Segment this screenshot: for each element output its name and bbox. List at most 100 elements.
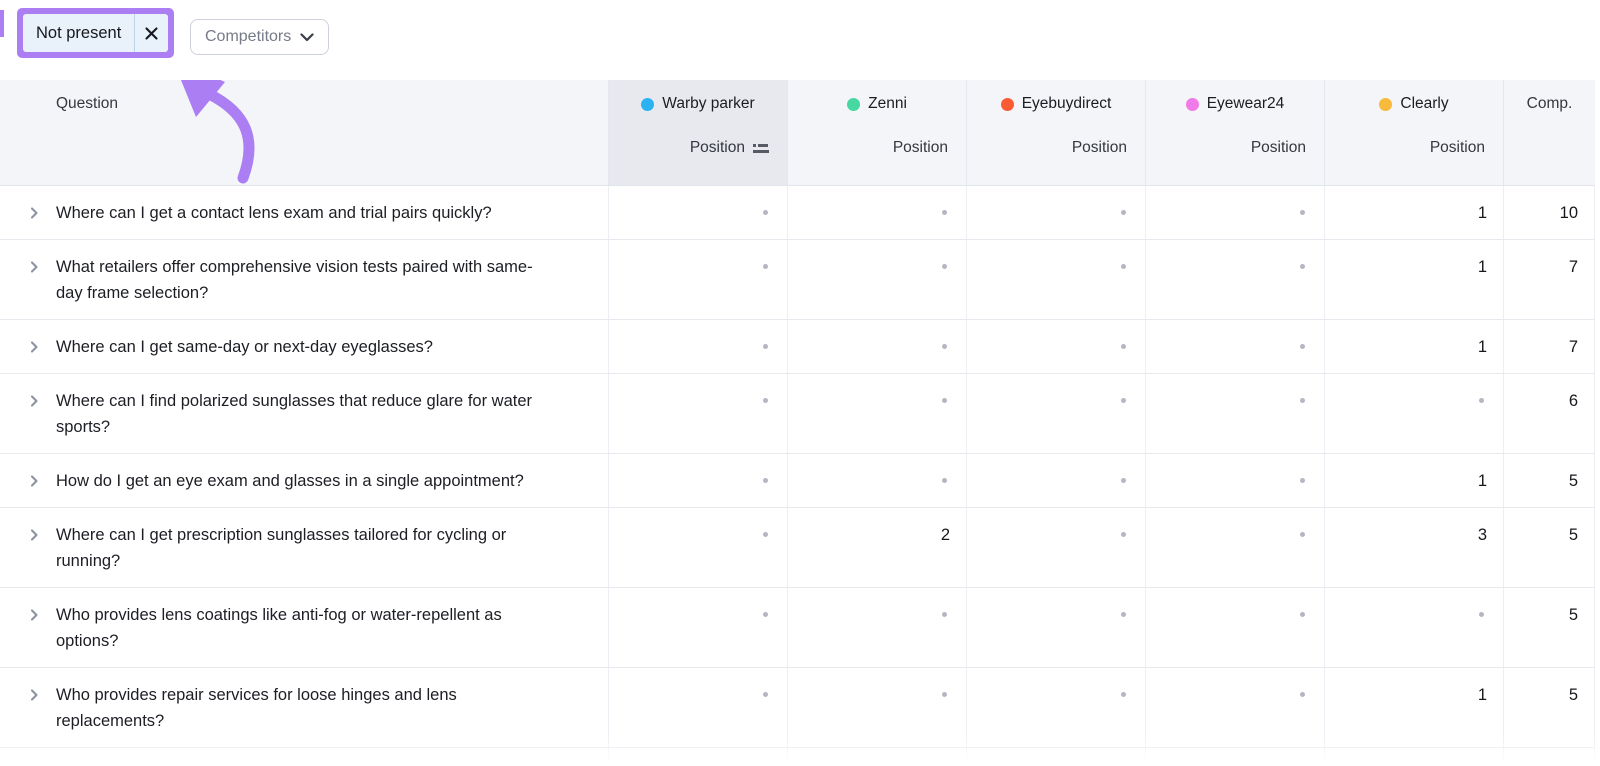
- table-row[interactable]: Where can I find polarized sunglasses th…: [0, 373, 1595, 453]
- comp-cell: 5: [1503, 668, 1595, 747]
- position-cell: [966, 374, 1145, 453]
- chevron-right-icon: [30, 689, 38, 701]
- chevron-right-icon: [30, 261, 38, 273]
- question-cell: Who provides lens coatings like anti-fog…: [0, 588, 608, 667]
- question-text: Where can I get a contact lens exam and …: [56, 204, 492, 222]
- position-cell: [608, 508, 787, 587]
- expand-row-button[interactable]: [27, 528, 41, 542]
- position-cell: [787, 240, 966, 319]
- position-cell: [1324, 588, 1503, 667]
- not-present-dot: [1300, 398, 1305, 404]
- annotation-highlight-box: Not present: [17, 8, 175, 58]
- sort-icon: [753, 143, 769, 153]
- table-row[interactable]: Where can I get same-day or next-day eye…: [0, 319, 1595, 373]
- position-cell: [608, 454, 787, 507]
- position-cell: 1: [1324, 240, 1503, 319]
- position-sort-header[interactable]: Position: [690, 139, 787, 157]
- position-cell: 2: [787, 508, 966, 587]
- comp-cell: 5: [1503, 454, 1595, 507]
- table-header: Question Warby parker Position Zenni Pos…: [0, 80, 1595, 185]
- annotation-edge-fragment: [0, 10, 4, 37]
- question-cell: Where can I get prescription sunglasses …: [0, 508, 608, 587]
- question-cell: Where can I get same-day or next-day eye…: [0, 320, 608, 373]
- position-cell: 1: [1324, 454, 1503, 507]
- table-row[interactable]: Where can I get a contact lens exam and …: [0, 185, 1595, 239]
- position-cell: [608, 240, 787, 319]
- position-cell: [1145, 588, 1324, 667]
- filter-toolbar: Not present Competitors: [0, 0, 1600, 80]
- brand-name: Clearly: [1400, 95, 1449, 112]
- table-row[interactable]: How do I get an eye exam and glasses in …: [0, 453, 1595, 507]
- expand-row-button[interactable]: [27, 260, 41, 274]
- table-row[interactable]: Who provides repair services for loose h…: [0, 667, 1595, 747]
- comp-cell: 7: [1503, 320, 1595, 373]
- question-column-header: Question: [56, 95, 119, 112]
- not-present-dot: [763, 478, 768, 484]
- expand-row-button[interactable]: [27, 608, 41, 622]
- table-row[interactable]: Who provides lens coatings like anti-fog…: [0, 587, 1595, 667]
- chevron-right-icon: [30, 609, 38, 621]
- position-cell: [1324, 374, 1503, 453]
- question-cell: Where can I find polarized sunglasses th…: [0, 374, 608, 453]
- question-cell: Where can I get a contact lens exam and …: [0, 186, 608, 239]
- position-sort-header[interactable]: Position: [893, 139, 966, 157]
- brand-dot: [1185, 97, 1199, 111]
- column-header: Zenni Position: [787, 80, 966, 185]
- position-cell: [1145, 668, 1324, 747]
- position-sort-header[interactable]: Position: [1430, 139, 1503, 157]
- expand-row-button[interactable]: [27, 206, 41, 220]
- brand-name: Eyewear24: [1206, 95, 1285, 112]
- position-cell: 1: [1324, 186, 1503, 239]
- remove-filter-button[interactable]: [134, 14, 168, 52]
- position-cell: [608, 374, 787, 453]
- comp-cell: 10: [1503, 186, 1595, 239]
- brand-name: Zenni: [868, 95, 907, 112]
- position-cell: 3: [1324, 508, 1503, 587]
- not-present-dot: [942, 398, 947, 404]
- position-cell: [966, 454, 1145, 507]
- expand-row-button[interactable]: [27, 688, 41, 702]
- chevron-right-icon: [30, 529, 38, 541]
- not-present-dot: [942, 344, 947, 350]
- chevron-right-icon: [30, 475, 38, 487]
- not-present-dot: [942, 692, 947, 698]
- position-cell: [966, 320, 1145, 373]
- brand-name: Warby parker: [662, 95, 755, 112]
- position-cell: [787, 588, 966, 667]
- position-sort-header[interactable]: Position: [1072, 139, 1145, 157]
- column-header: Clearly Position: [1324, 80, 1503, 185]
- position-cell: [1145, 320, 1324, 373]
- position-cell: [787, 374, 966, 453]
- filter-chip-label: Not present: [36, 23, 122, 42]
- chevron-right-icon: [30, 395, 38, 407]
- not-present-dot: [1121, 210, 1126, 216]
- not-present-dot: [1121, 478, 1126, 484]
- position-cell: [1145, 508, 1324, 587]
- question-text: Where can I find polarized sunglasses th…: [56, 392, 533, 436]
- position-cell: 1: [1324, 320, 1503, 373]
- competitors-dropdown[interactable]: Competitors: [190, 19, 330, 55]
- filter-chip[interactable]: Not present: [23, 14, 169, 52]
- question-cell: What retailers offer comprehensive visio…: [0, 240, 608, 319]
- position-sort-header[interactable]: Position: [1251, 139, 1324, 157]
- not-present-dot: [942, 612, 947, 618]
- not-present-dot: [1300, 532, 1305, 538]
- expand-row-button[interactable]: [27, 474, 41, 488]
- table-row[interactable]: What retailers offer comprehensive visio…: [0, 239, 1595, 319]
- brand-dot: [1000, 97, 1014, 111]
- close-icon: [145, 26, 158, 40]
- not-present-dot: [942, 478, 947, 484]
- not-present-dot: [1300, 344, 1305, 350]
- position-cell: [1145, 186, 1324, 239]
- question-text: How do I get an eye exam and glasses in …: [56, 472, 524, 490]
- brand-dot: [1379, 97, 1393, 111]
- not-present-dot: [1121, 532, 1126, 538]
- table-row[interactable]: Where can I get prescription sunglasses …: [0, 507, 1595, 587]
- not-present-dot: [942, 264, 947, 270]
- comp-cell: 6: [1503, 374, 1595, 453]
- expand-row-button[interactable]: [27, 340, 41, 354]
- position-cell: [787, 454, 966, 507]
- column-header: Warby parker Position: [608, 80, 787, 185]
- expand-row-button[interactable]: [27, 394, 41, 408]
- position-cell: [787, 320, 966, 373]
